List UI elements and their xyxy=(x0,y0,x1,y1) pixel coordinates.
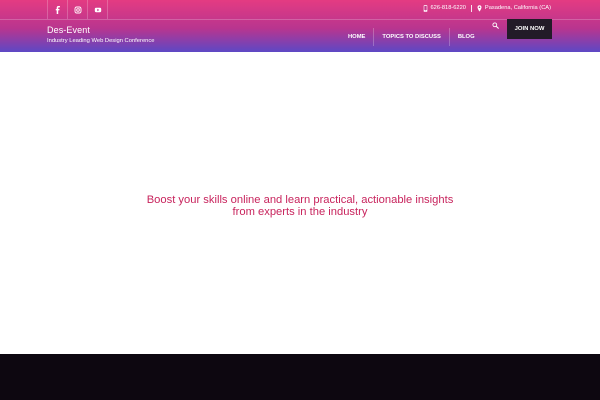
contact-divider xyxy=(470,4,472,12)
facebook-icon xyxy=(55,5,60,14)
location-text: Pasadena, California (CA) xyxy=(484,5,551,11)
site-title[interactable]: Des-Event xyxy=(47,25,155,35)
search-button[interactable] xyxy=(490,20,500,30)
social-links xyxy=(47,0,108,19)
site-brand[interactable]: Des-Event Industry Leading Web Design Co… xyxy=(47,25,155,45)
facebook-link[interactable] xyxy=(48,0,68,19)
phone-contact[interactable]: 626-818-6220 xyxy=(423,4,466,12)
location-contact: Pasadena, California (CA) xyxy=(477,4,551,12)
hero-line-1: Boost your skills online and learn pract… xyxy=(146,194,454,206)
event-landing-page: 626-818-6220 Pasadena, California (CA) D… xyxy=(0,0,600,400)
nav-topics-to-discuss[interactable]: TOPICS TO DISCUSS xyxy=(374,28,450,46)
site-tagline: Industry Leading Web Design Conference xyxy=(47,38,155,44)
instagram-link[interactable] xyxy=(68,0,88,19)
youtube-icon xyxy=(94,7,101,12)
contact-info: 626-818-6220 Pasadena, California (CA) xyxy=(423,4,551,12)
top-bar: 626-818-6220 Pasadena, California (CA) xyxy=(0,0,600,20)
dark-footer-band xyxy=(0,354,600,400)
instagram-icon xyxy=(74,6,81,13)
nav-home[interactable]: HOME xyxy=(340,28,375,46)
phone-icon xyxy=(423,4,427,12)
location-pin-icon xyxy=(477,4,482,12)
search-icon xyxy=(491,21,499,29)
youtube-link[interactable] xyxy=(88,0,108,19)
hero-section: Boost your skills online and learn pract… xyxy=(0,52,600,354)
phone-number: 626-818-6220 xyxy=(430,5,466,11)
main-navigation: HOME TOPICS TO DISCUSS BLOG xyxy=(340,28,483,46)
nav-blog[interactable]: BLOG xyxy=(450,28,483,46)
hero-line-2: from experts in the industry xyxy=(232,206,368,218)
join-now-button[interactable]: JOIN NOW xyxy=(507,19,552,39)
hero-message: Boost your skills online and learn pract… xyxy=(0,194,600,218)
site-header: 626-818-6220 Pasadena, California (CA) D… xyxy=(0,0,600,52)
